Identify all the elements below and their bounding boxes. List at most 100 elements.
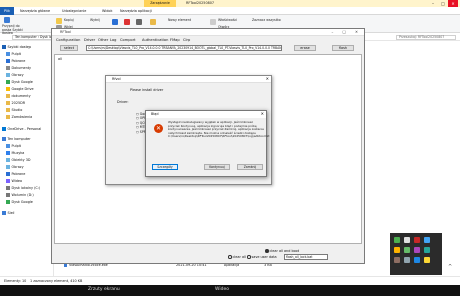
- google-drive-icon: [6, 80, 10, 84]
- menu-clrp[interactable]: Clrp: [183, 38, 190, 42]
- rfvol-title: Rfvol: [112, 77, 121, 81]
- error-icon: ✕: [154, 124, 163, 133]
- tray-app-icon[interactable]: [424, 257, 430, 263]
- nav-item[interactable]: Pulpit: [6, 144, 21, 150]
- nav-item[interactable]: Google Drive: [6, 87, 34, 93]
- properties-icon[interactable]: [210, 19, 216, 25]
- menu-driver[interactable]: Driver: [84, 38, 95, 42]
- tray-app-icon[interactable]: [414, 257, 420, 263]
- move-icon[interactable]: [112, 19, 118, 25]
- nav-quick-access[interactable]: Szybki dostęp: [2, 45, 31, 51]
- tab-app-tools[interactable]: Narzędzia aplikacji: [120, 9, 152, 13]
- menu-configuration[interactable]: Configuration: [56, 38, 80, 42]
- tray-app-icon[interactable]: [424, 247, 430, 253]
- properties-button[interactable]: Właściwości: [218, 18, 237, 22]
- nav-item[interactable]: Wideo: [6, 179, 22, 185]
- close-icon[interactable]: ✕: [266, 76, 269, 81]
- radio-clear-all[interactable]: clear all: [228, 255, 246, 259]
- close-icon[interactable]: ✕: [261, 111, 264, 116]
- folder-icon: [6, 115, 10, 119]
- radio-save-user-data[interactable]: save user data: [247, 255, 277, 259]
- erase-button[interactable]: erase: [294, 45, 316, 51]
- cloud-icon: [2, 127, 6, 131]
- desktop-icon: [6, 52, 10, 56]
- minimize-icon[interactable]: –: [428, 0, 438, 7]
- new-item-button[interactable]: Nowy element: [168, 18, 191, 22]
- tab-plik[interactable]: Plik: [0, 7, 14, 15]
- drive-icon: [6, 186, 10, 190]
- new-folder-icon[interactable]: [150, 19, 156, 25]
- explorer-title-bar: Zarządzanie RFTool20250807 – □ ✕: [0, 0, 460, 7]
- nav-network[interactable]: Sieć: [2, 211, 15, 217]
- menu-comport[interactable]: Comport: [120, 38, 136, 42]
- rftool-title: RFTool: [60, 30, 71, 34]
- nav-item[interactable]: Pulpit: [6, 52, 21, 58]
- drive-icon: [6, 193, 10, 197]
- tray-app-icon[interactable]: [404, 247, 410, 253]
- nav-item[interactable]: Studio: [6, 108, 22, 114]
- menu-other[interactable]: Other: [98, 38, 108, 42]
- rftool-options: clear all save user data clear all and b…: [52, 245, 364, 263]
- nav-item[interactable]: Dysk Google: [6, 80, 33, 86]
- window-controls: – □ ✕: [428, 0, 458, 7]
- nav-item[interactable]: Pobrane: [6, 59, 25, 65]
- tab-view[interactable]: Widok: [102, 9, 112, 13]
- search-input[interactable]: Przeszukaj: RFTool20250807: [396, 35, 456, 40]
- pin-icon[interactable]: [4, 17, 10, 23]
- nav-item[interactable]: Dysk Google: [6, 200, 33, 206]
- menu-fmap[interactable]: FMap: [170, 38, 180, 42]
- nav-item[interactable]: Dysk lokalny (C:): [6, 186, 40, 192]
- flash-button[interactable]: flash: [332, 45, 354, 51]
- tray-app-icon[interactable]: [404, 257, 410, 263]
- nav-this-pc[interactable]: Ten komputer: [2, 137, 31, 143]
- tray-app-icon[interactable]: [404, 237, 410, 243]
- nav-item[interactable]: Obrazy: [6, 165, 24, 171]
- nav-item[interactable]: Zamówienia: [6, 115, 32, 121]
- computer-icon: [2, 137, 6, 141]
- nav-item[interactable]: Obrazy: [6, 73, 24, 79]
- tray-app-icon[interactable]: [414, 237, 420, 243]
- rftool-window-controls[interactable]: – □ ✕: [332, 30, 363, 34]
- nav-item[interactable]: Obiekty 3D: [6, 158, 31, 164]
- nav-item[interactable]: Muzyka: [6, 151, 24, 157]
- nav-item[interactable]: Wolumin (D:): [6, 193, 34, 199]
- menu-authentication[interactable]: Authentication: [142, 38, 168, 42]
- folder-icon: [6, 94, 10, 98]
- manage-tab[interactable]: Zarządzanie: [144, 0, 176, 7]
- tray-app-icon[interactable]: [394, 237, 400, 243]
- firmware-path-input[interactable]: C:\Users\rs\Desktop\Viasvis_TL0_Pro_V14.…: [86, 45, 282, 51]
- copy-icon[interactable]: [56, 18, 62, 24]
- explorer-title: RFTool20250807: [186, 1, 215, 5]
- nav-item[interactable]: dokumenty: [6, 94, 31, 100]
- pictures-icon: [6, 165, 10, 169]
- tray-app-icon[interactable]: [394, 247, 400, 253]
- tab-home[interactable]: Narzędzia główne: [20, 9, 50, 13]
- script-select[interactable]: flash_all_lock.bat: [284, 254, 328, 260]
- rename-icon[interactable]: [136, 19, 142, 25]
- select-all-button[interactable]: Zaznacz wszystko: [252, 18, 281, 22]
- cube-icon: [6, 158, 10, 162]
- folder-icon: [6, 101, 10, 105]
- details-button[interactable]: Szczegóły: [152, 164, 178, 170]
- continue-button[interactable]: Kontynuuj: [204, 164, 230, 170]
- nav-item[interactable]: 2025DR: [6, 101, 25, 107]
- folder-icon: [6, 108, 10, 112]
- select-button[interactable]: select: [60, 45, 78, 51]
- cut-button[interactable]: Wytnij: [90, 18, 100, 22]
- nav-item[interactable]: Pobrane: [6, 172, 25, 178]
- delete-icon[interactable]: [124, 19, 130, 25]
- nav-item[interactable]: Dokumenty: [6, 66, 31, 72]
- tray-app-icon[interactable]: [424, 237, 430, 243]
- driver-label: Driver:: [117, 100, 129, 104]
- chevron-up-icon[interactable]: ^: [448, 264, 452, 270]
- tray-app-icon[interactable]: [394, 257, 400, 263]
- radio-clear-all-boot[interactable]: clear all and boot: [265, 249, 299, 253]
- maximize-icon[interactable]: □: [438, 0, 448, 7]
- tray-app-icon[interactable]: [414, 247, 420, 253]
- tab-share[interactable]: Udostępnianie: [62, 9, 86, 13]
- nav-onedrive[interactable]: OneDrive - Personal: [2, 127, 41, 133]
- menu-log[interactable]: Log: [110, 38, 116, 42]
- close-button[interactable]: Zamknij: [237, 164, 263, 170]
- close-icon[interactable]: ✕: [448, 0, 458, 7]
- copy-button[interactable]: Kopiuj: [64, 18, 74, 22]
